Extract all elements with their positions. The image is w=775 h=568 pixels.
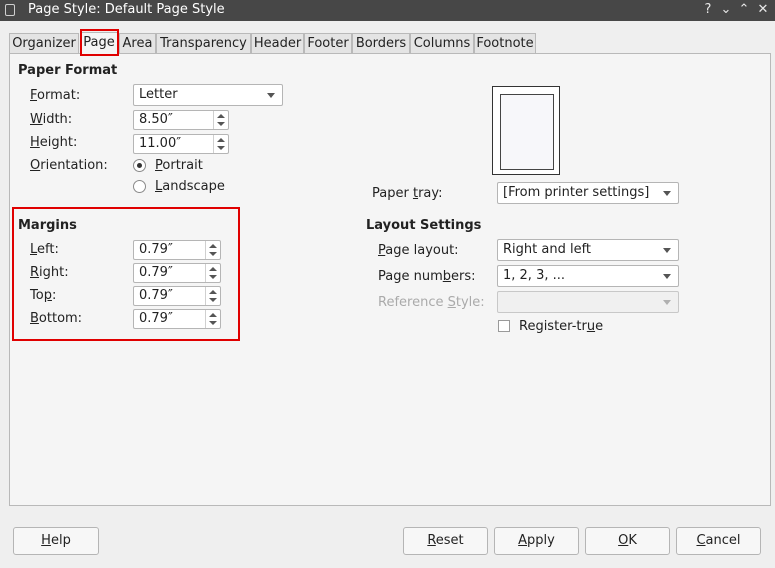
page-preview-sheet: [500, 94, 554, 170]
tab-footer[interactable]: Footer: [304, 33, 352, 53]
chevron-down-icon: [267, 93, 275, 98]
format-dropdown[interactable]: Letter: [133, 84, 283, 106]
step-down-icon[interactable]: [217, 146, 225, 150]
landscape-radio[interactable]: [133, 180, 146, 193]
format-label: Format:: [30, 88, 81, 103]
reference-style-label: Reference Style:: [378, 295, 485, 310]
paper-tray-dropdown[interactable]: [From printer settings]: [497, 182, 679, 204]
page-layout-dropdown[interactable]: Right and left: [497, 239, 679, 261]
help-icon[interactable]: ?: [700, 2, 716, 18]
window-title: Page Style: Default Page Style: [28, 2, 225, 17]
title-bar: Page Style: Default Page Style ? ⌄ ⌃ ✕: [0, 0, 775, 21]
tab-area[interactable]: Area: [119, 33, 156, 53]
step-down-icon[interactable]: [217, 122, 225, 126]
width-value: 8.50″: [139, 112, 173, 127]
height-spinbox[interactable]: 11.00″: [133, 134, 229, 154]
landscape-label[interactable]: Landscape: [155, 179, 225, 194]
width-spinbox[interactable]: 8.50″: [133, 110, 229, 130]
page-preview: [492, 86, 560, 175]
layout-settings-heading: Layout Settings: [366, 218, 482, 233]
tab-footnote[interactable]: Footnote: [474, 33, 536, 53]
portrait-radio[interactable]: [133, 159, 146, 172]
paper-format-heading: Paper Format: [18, 63, 118, 78]
apply-button[interactable]: Apply: [494, 527, 579, 555]
reference-style-dropdown: [497, 291, 679, 313]
page-tab-highlight: [80, 29, 119, 56]
paper-tray-label: Paper tray:: [372, 186, 443, 201]
paper-tray-value: [From printer settings]: [503, 185, 650, 200]
chevron-down-icon: [663, 248, 671, 253]
height-value: 11.00″: [139, 136, 182, 151]
height-label: Height:: [30, 135, 78, 150]
maximize-icon[interactable]: ⌃: [736, 2, 752, 18]
minimize-icon[interactable]: ⌄: [718, 2, 734, 18]
chevron-down-icon: [663, 191, 671, 196]
portrait-label[interactable]: Portrait: [155, 158, 203, 173]
close-icon[interactable]: ✕: [755, 2, 771, 18]
tab-organizer[interactable]: Organizer: [9, 33, 79, 53]
chevron-down-icon: [663, 274, 671, 279]
tab-transparency[interactable]: Transparency: [156, 33, 251, 53]
page-layout-value: Right and left: [503, 242, 592, 257]
app-icon: [5, 4, 15, 16]
register-true-label[interactable]: Register-true: [519, 319, 603, 334]
step-up-icon[interactable]: [217, 138, 225, 142]
tab-borders[interactable]: Borders: [352, 33, 410, 53]
cancel-button[interactable]: Cancel: [676, 527, 761, 555]
height-stepper[interactable]: [213, 135, 228, 153]
page-layout-label: Page layout:: [378, 243, 459, 258]
page-numbers-dropdown[interactable]: 1, 2, 3, ...: [497, 265, 679, 287]
step-up-icon[interactable]: [217, 114, 225, 118]
width-label: Width:: [30, 112, 73, 127]
width-stepper[interactable]: [213, 111, 228, 129]
margins-highlight: [12, 207, 240, 341]
register-true-checkbox[interactable]: [498, 320, 510, 332]
tab-header[interactable]: Header: [251, 33, 304, 53]
help-button[interactable]: Help: [13, 527, 99, 555]
format-value: Letter: [139, 87, 178, 102]
tab-columns[interactable]: Columns: [410, 33, 474, 53]
ok-button[interactable]: OK: [585, 527, 670, 555]
chevron-down-icon: [663, 300, 671, 305]
reset-button[interactable]: Reset: [403, 527, 488, 555]
page-numbers-value: 1, 2, 3, ...: [503, 268, 566, 283]
page-numbers-label: Page numbers:: [378, 269, 476, 284]
orientation-label: Orientation:: [30, 158, 108, 173]
